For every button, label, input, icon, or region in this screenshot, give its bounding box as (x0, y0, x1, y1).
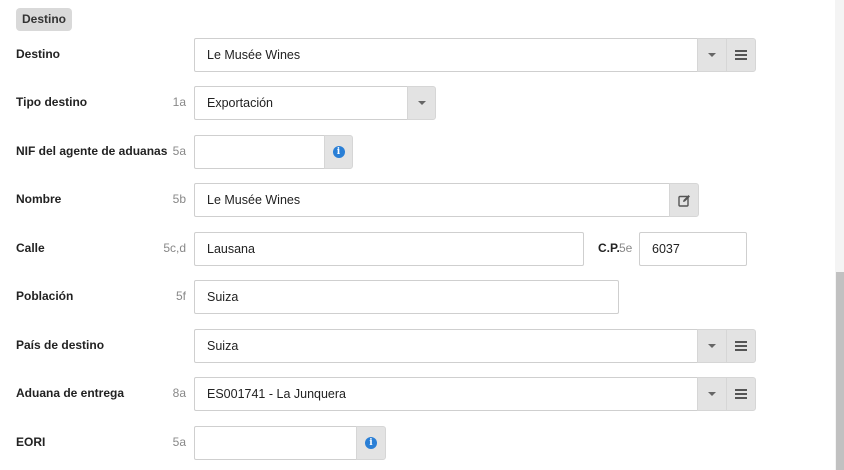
destino-select[interactable]: Le Musée Wines (194, 38, 698, 72)
scrollbar-thumb[interactable] (836, 272, 844, 470)
nombre-edit-button[interactable] (669, 183, 699, 217)
destino-label: Destino (16, 47, 61, 61)
chevron-down-icon (708, 392, 716, 396)
poblacion-label: Población (16, 289, 74, 303)
nif-agente-code: 5a (172, 144, 186, 158)
aduana-entrega-code: 8a (172, 386, 186, 400)
cp-label: C.P. (598, 241, 620, 255)
pais-destino-select[interactable]: Suiza (194, 329, 698, 363)
pais-destino-dropdown-button[interactable] (697, 329, 727, 363)
list-icon (735, 341, 747, 351)
aduana-entrega-list-button[interactable] (726, 377, 756, 411)
nombre-code: 5b (172, 192, 186, 206)
destino-dropdown-button[interactable] (697, 38, 727, 72)
pais-destino-list-button[interactable] (726, 329, 756, 363)
aduana-entrega-select[interactable]: ES001741 - La Junquera (194, 377, 698, 411)
aduana-entrega-dropdown-button[interactable] (697, 377, 727, 411)
aduana-entrega-label: Aduana de entrega (16, 386, 125, 400)
calle-code: 5c,d (163, 241, 186, 255)
tipo-destino-dropdown-button[interactable] (407, 86, 436, 120)
nif-agente-input[interactable] (194, 135, 325, 169)
section-title: Destino (16, 8, 73, 31)
edit-icon (677, 194, 690, 207)
tipo-destino-code: 1a (172, 95, 186, 109)
info-icon: i (332, 146, 345, 158)
list-icon (735, 50, 747, 60)
poblacion-code: 5f (175, 289, 186, 303)
pais-destino-label: País de destino (16, 338, 105, 352)
eori-label: EORI (16, 435, 46, 449)
destino-list-button[interactable] (726, 38, 756, 72)
eori-input[interactable] (194, 426, 357, 460)
calle-label: Calle (16, 241, 45, 255)
nif-agente-label: NIF del agente de aduanas (16, 144, 168, 158)
info-icon: i (365, 437, 377, 449)
nombre-input[interactable]: Le Musée Wines (194, 183, 670, 217)
nombre-label: Nombre (16, 192, 62, 206)
chevron-down-icon (708, 53, 716, 57)
nif-agente-info-button[interactable]: i (324, 135, 353, 169)
chevron-down-icon (417, 101, 426, 105)
eori-info-button[interactable]: i (356, 426, 386, 460)
list-icon (735, 389, 747, 399)
tipo-destino-select[interactable]: Exportación (194, 86, 408, 120)
poblacion-input[interactable]: Suiza (194, 280, 619, 314)
chevron-down-icon (708, 344, 716, 348)
calle-input[interactable]: Lausana (194, 232, 584, 266)
cp-input[interactable]: 6037 (639, 232, 747, 266)
eori-code: 5a (172, 435, 186, 449)
tipo-destino-label: Tipo destino (16, 95, 88, 109)
cp-code: 5e (619, 241, 633, 255)
